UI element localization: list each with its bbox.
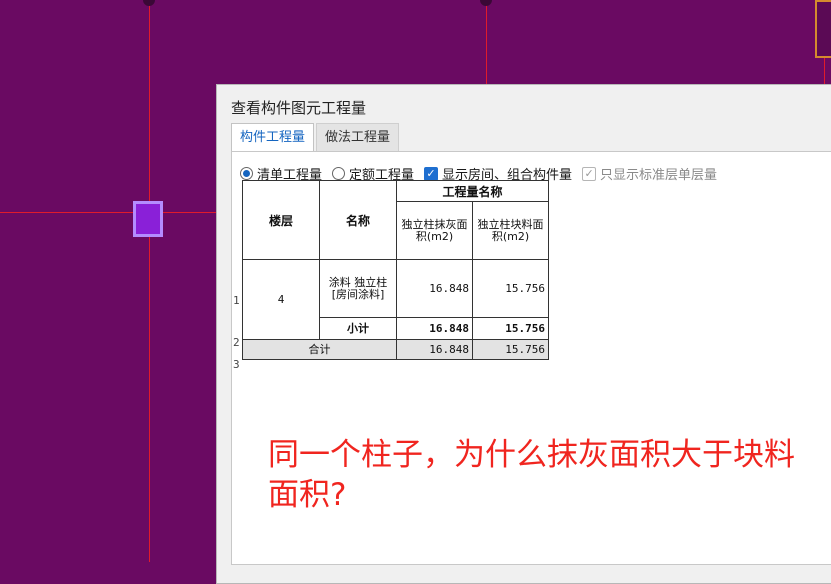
cell-block: 15.756 bbox=[472, 259, 549, 318]
row-number: 2 bbox=[233, 336, 240, 349]
quantity-table: 楼层 名称 工程量名称 独立柱抹灰面积(m2) 独立柱块料面积(m2) 4 涂料… bbox=[242, 180, 549, 360]
radio-unselected-icon[interactable] bbox=[332, 167, 346, 180]
axis-line-horizontal bbox=[0, 212, 216, 213]
dialog-title: 查看构件图元工程量 bbox=[231, 99, 367, 117]
table-row-total[interactable]: 合计 16.848 15.756 bbox=[242, 339, 549, 360]
annotation-question: 同一个柱子，为什么抹灰面积大于块料面积? bbox=[268, 437, 795, 513]
checkmark-icon[interactable]: ✓ bbox=[424, 166, 439, 181]
cell-plaster: 16.848 bbox=[396, 259, 473, 318]
row-number: 1 bbox=[233, 294, 240, 307]
cell-total-plaster: 16.848 bbox=[396, 339, 473, 360]
tab-method-quantity[interactable]: 做法工程量 bbox=[316, 123, 400, 151]
axis-node-2 bbox=[480, 0, 492, 6]
checkmark-disabled-icon: ✓ bbox=[582, 166, 597, 181]
tab-component-quantity[interactable]: 构件工程量 bbox=[231, 123, 315, 151]
col-header-block-area: 独立柱块料面积(m2) bbox=[472, 201, 549, 260]
checkbox-standard-floor: ✓ 只显示标准层单层量 bbox=[582, 164, 717, 183]
table-row[interactable]: 4 涂料 独立柱[房间涂料] 16.848 15.756 bbox=[242, 259, 549, 340]
radio-selected-icon[interactable] bbox=[240, 167, 253, 180]
col-header-name: 名称 bbox=[319, 180, 397, 260]
axis-line-vertical-1 bbox=[149, 0, 150, 562]
row-number: 3 bbox=[233, 358, 240, 371]
cell-subtotal-label: 小计 bbox=[319, 317, 397, 340]
col-header-floor: 楼层 bbox=[242, 180, 320, 260]
col-header-plaster-area: 独立柱抹灰面积(m2) bbox=[396, 201, 473, 260]
cell-subtotal-plaster: 16.848 bbox=[396, 317, 473, 340]
cell-name: 涂料 独立柱[房间涂料] bbox=[319, 259, 397, 318]
checkbox-standard-floor-label: 只显示标准层单层量 bbox=[600, 168, 718, 183]
cad-element-edge[interactable] bbox=[815, 0, 831, 58]
tab-bar: 构件工程量 做法工程量 bbox=[231, 123, 401, 151]
selected-column-element[interactable] bbox=[133, 201, 163, 237]
axis-node-1 bbox=[143, 0, 155, 6]
col-header-quantity-group: 工程量名称 bbox=[396, 180, 549, 202]
cell-total-block: 15.756 bbox=[472, 339, 549, 360]
cell-total-label: 合计 bbox=[242, 339, 397, 360]
cell-subtotal-block: 15.756 bbox=[472, 317, 549, 340]
cell-floor: 4 bbox=[242, 259, 320, 340]
dialog-bottom-bar bbox=[231, 565, 831, 583]
